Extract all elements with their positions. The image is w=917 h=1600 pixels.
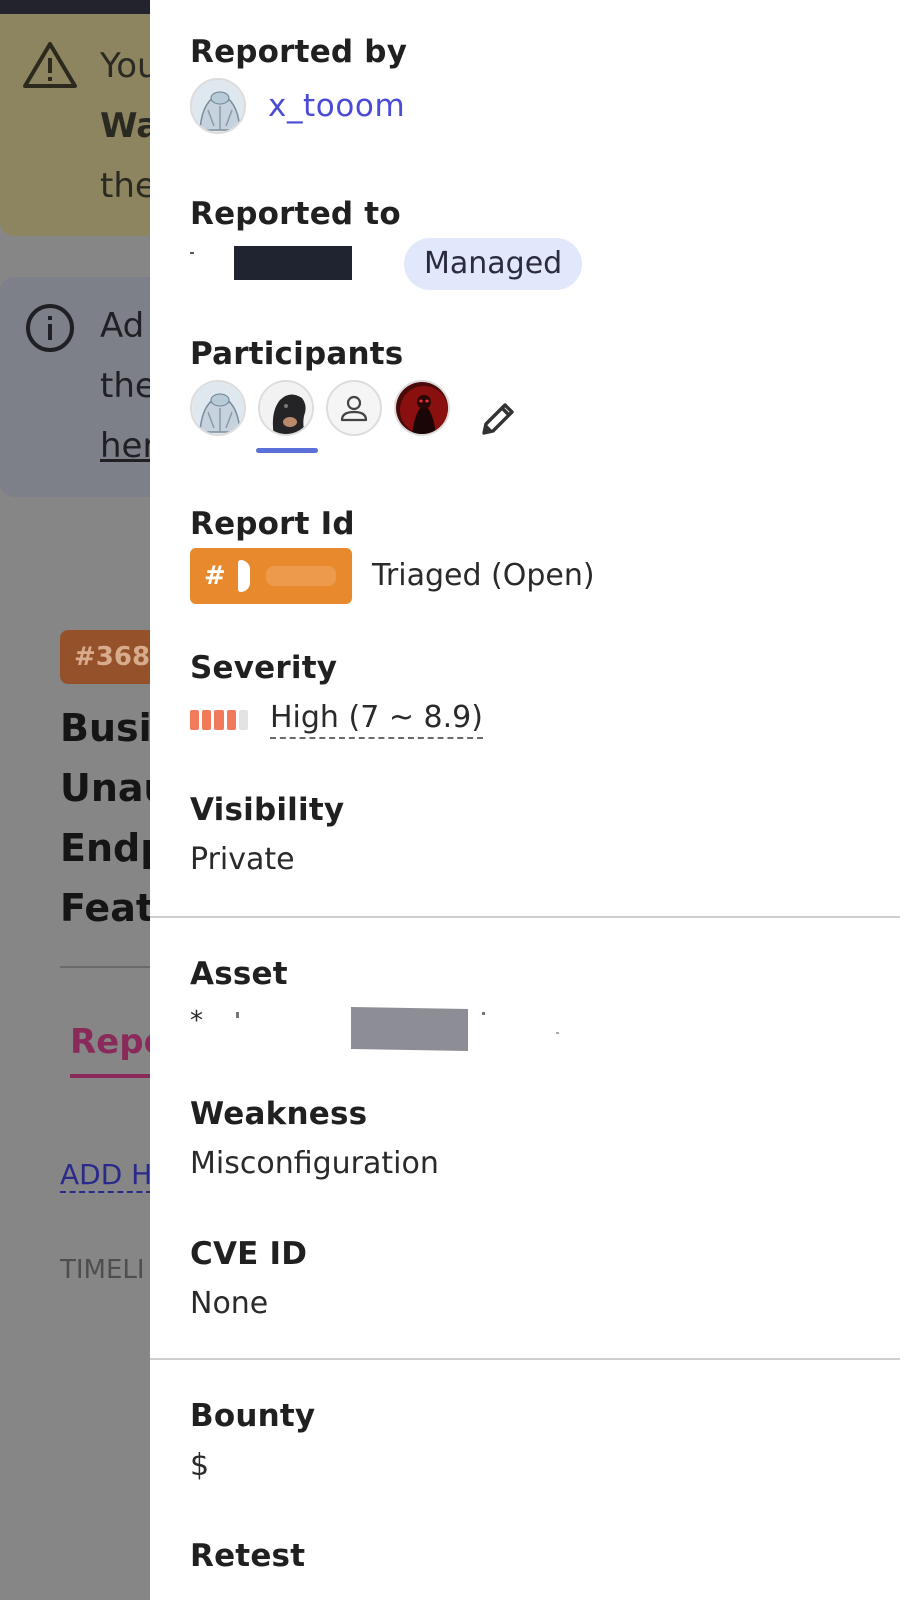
severity-segment — [214, 710, 224, 730]
background-page: You Wa the Ad the her #368 Busi Unau End… — [0, 0, 150, 1600]
cve-id-label: CVE ID — [190, 1236, 308, 1272]
redacted-program-name — [234, 246, 352, 280]
warning-line-1: You — [100, 46, 150, 86]
asset-label: Asset — [190, 956, 288, 992]
info-icon — [26, 304, 74, 352]
severity-segment — [226, 710, 236, 730]
report-title-line-4: Feat — [60, 886, 150, 930]
participant-avatar-4[interactable] — [394, 380, 450, 436]
timeline-label: TIMELI — [60, 1255, 145, 1285]
redaction-mark — [190, 252, 194, 254]
report-title-line-3: Endp — [60, 826, 150, 870]
report-id-label: Report Id — [190, 506, 355, 542]
weakness-label: Weakness — [190, 1096, 368, 1132]
info-link[interactable]: her — [100, 426, 150, 466]
severity-meter — [190, 710, 249, 730]
reported-by-label: Reported by — [190, 34, 408, 70]
severity-value[interactable]: High (7 ~ 8.9) — [270, 700, 483, 739]
report-id-blurred-number — [266, 566, 336, 586]
add-link[interactable]: ADD H — [60, 1158, 150, 1193]
severity-segment — [190, 710, 200, 730]
info-line-1: Ad — [100, 306, 145, 346]
redacted-asset-name — [351, 1006, 468, 1052]
warning-icon — [23, 42, 77, 88]
reporter-avatar[interactable] — [190, 78, 246, 134]
warning-line-3: the — [100, 166, 150, 206]
participant-selected-indicator — [256, 448, 318, 453]
redaction-mark — [482, 1012, 485, 1015]
severity-segment — [202, 710, 212, 730]
report-title-line-1: Busi — [60, 706, 150, 750]
tab-report[interactable]: Repo — [70, 1022, 150, 1062]
bounty-label: Bounty — [190, 1398, 316, 1434]
default-user-icon[interactable] — [326, 380, 382, 436]
report-status: Triaged (Open) — [372, 558, 595, 593]
section-divider-1 — [150, 916, 900, 918]
weakness-value: Misconfiguration — [190, 1146, 439, 1181]
visibility-value: Private — [190, 842, 295, 877]
redaction-mark — [236, 1012, 239, 1018]
report-id-prefix: # — [204, 561, 226, 591]
report-id-badge[interactable]: # — [190, 548, 352, 604]
report-id-redaction — [238, 560, 250, 592]
background-top-bar — [0, 0, 150, 14]
tab-active-indicator — [70, 1074, 150, 1078]
report-number-badge: #368 — [60, 630, 150, 684]
severity-segment — [238, 710, 249, 730]
redaction-mark — [556, 1032, 559, 1034]
report-details-drawer: Reported by x_tooom Reported to Managed … — [150, 0, 917, 1600]
reporter-username-link[interactable]: x_tooom — [268, 88, 405, 124]
asset-prefix: * — [190, 1006, 203, 1036]
severity-label: Severity — [190, 650, 338, 686]
section-divider-2 — [150, 1358, 900, 1360]
cve-id-value: None — [190, 1286, 269, 1321]
visibility-label: Visibility — [190, 792, 345, 828]
participant-avatar-1[interactable] — [190, 380, 246, 436]
info-line-2: the — [100, 366, 150, 406]
pencil-icon[interactable] — [476, 397, 520, 441]
managed-badge: Managed — [404, 238, 583, 290]
background-divider — [60, 966, 150, 968]
participant-avatar-2[interactable] — [258, 380, 314, 436]
retest-label: Retest — [190, 1538, 306, 1574]
warning-line-2: Wa — [100, 106, 150, 146]
report-title-line-2: Unau — [60, 766, 150, 810]
reported-to-label: Reported to — [190, 196, 401, 232]
participants-label: Participants — [190, 336, 404, 372]
bounty-value: $ — [190, 1448, 210, 1483]
